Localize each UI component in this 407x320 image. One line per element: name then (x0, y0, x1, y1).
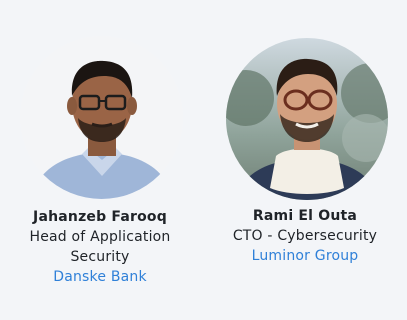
speaker-card-jahanzeb: Jahanzeb Farooq Head of Application Secu… (0, 0, 200, 287)
speaker-name: Jahanzeb Farooq (33, 209, 167, 225)
speaker-photo-rami (226, 38, 388, 200)
speaker-org-link[interactable]: Danske Bank (53, 267, 147, 287)
speaker-org-link[interactable]: Luminor Group (252, 246, 359, 266)
speaker-photo-jahanzeb (19, 36, 183, 199)
speakers-panel: Jahanzeb Farooq Head of Application Secu… (0, 0, 407, 320)
avatar-rami (226, 38, 388, 200)
speaker-role: Head of Application Security (29, 229, 171, 265)
speaker-name: Rami El Outa (252, 208, 358, 224)
speaker-card-rami: Rami El Outa CTO - Cybersecurity Luminor… (205, 0, 405, 266)
speaker-role: CTO - Cybersecurity (232, 228, 378, 244)
avatar-jahanzeb (19, 36, 183, 199)
